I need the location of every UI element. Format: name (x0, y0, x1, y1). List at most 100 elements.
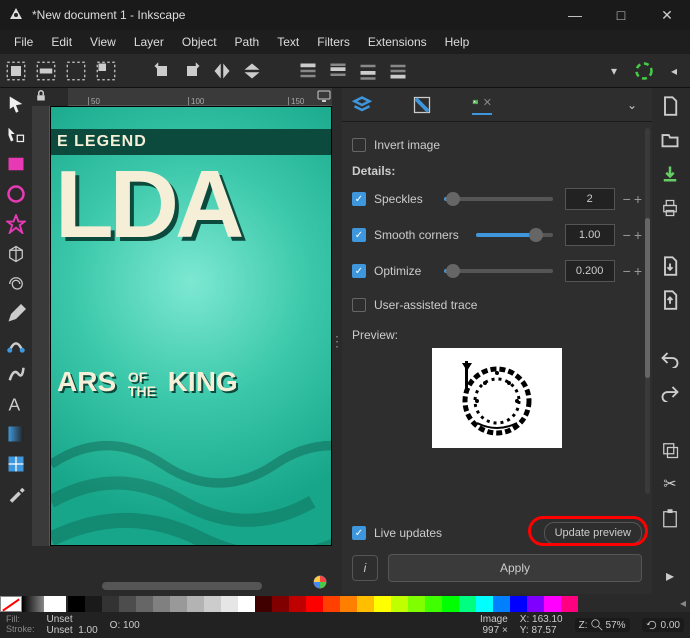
smooth-slider[interactable] (476, 233, 553, 237)
color-swatch[interactable] (510, 596, 527, 612)
close-tab-icon[interactable]: ✕ (483, 96, 492, 109)
color-swatch[interactable] (544, 596, 561, 612)
ruler-vertical[interactable] (32, 106, 50, 546)
smooth-stepper[interactable]: −+ (623, 227, 642, 243)
color-swatch[interactable] (391, 596, 408, 612)
color-swatch[interactable] (323, 596, 340, 612)
speckles-stepper[interactable]: −+ (623, 191, 642, 207)
grayscale-swatch[interactable] (22, 596, 44, 612)
new-doc-icon[interactable] (660, 96, 680, 116)
pencil-tool-icon[interactable] (6, 304, 26, 324)
color-swatch[interactable] (340, 596, 357, 612)
invert-image-checkbox[interactable] (352, 138, 366, 152)
deselect-icon[interactable] (66, 61, 86, 81)
optimize-value[interactable]: 0.200 (565, 260, 615, 282)
color-swatch[interactable] (272, 596, 289, 612)
tab-layers-icon[interactable] (352, 95, 372, 115)
menu-layer[interactable]: Layer (126, 33, 172, 51)
select-all-layers-icon[interactable] (36, 61, 56, 81)
palette-menu-icon[interactable]: ◂ (676, 596, 690, 612)
panel-menu-icon[interactable]: ⌄ (622, 95, 642, 115)
display-mode-icon[interactable] (316, 88, 332, 104)
print-icon[interactable] (660, 198, 680, 218)
rect-tool-icon[interactable] (6, 154, 26, 174)
color-swatch[interactable] (255, 596, 272, 612)
color-swatch[interactable] (561, 596, 578, 612)
color-swatch[interactable] (238, 596, 255, 612)
selector-tool-icon[interactable] (6, 94, 26, 114)
color-swatch[interactable] (493, 596, 510, 612)
rotation-indicator[interactable]: 0.00 (642, 618, 684, 632)
undo-icon[interactable] (660, 348, 680, 368)
menu-object[interactable]: Object (174, 33, 225, 51)
color-swatch[interactable] (85, 596, 102, 612)
maximize-button[interactable]: □ (598, 0, 644, 30)
speckles-checkbox[interactable]: ✓ (352, 192, 366, 206)
color-swatch[interactable] (306, 596, 323, 612)
lower-icon[interactable] (358, 61, 378, 81)
rotate-cw-icon[interactable] (182, 61, 202, 81)
menu-edit[interactable]: Edit (43, 33, 80, 51)
save-icon[interactable] (660, 164, 680, 184)
collapse-toolbar-icon[interactable]: ◂ (664, 61, 684, 81)
color-swatch[interactable] (459, 596, 476, 612)
optimize-slider[interactable] (444, 269, 553, 273)
cut-icon[interactable]: ✂ (660, 474, 680, 494)
speckles-value[interactable]: 2 (565, 188, 615, 210)
dock-handle[interactable]: ⋮ (332, 88, 342, 594)
color-swatch[interactable] (204, 596, 221, 612)
minimize-button[interactable]: — (552, 0, 598, 30)
zoom-indicator[interactable]: Z: 57% (575, 618, 630, 632)
panel-scrollbar[interactable] (645, 128, 650, 494)
ruler-horizontal[interactable]: 50 100 150 (68, 88, 332, 106)
import-icon[interactable] (660, 256, 680, 276)
raise-top-icon[interactable] (298, 61, 318, 81)
calligraphy-tool-icon[interactable] (6, 364, 26, 384)
color-swatch[interactable] (476, 596, 493, 612)
mesh-tool-icon[interactable] (6, 454, 26, 474)
optimize-stepper[interactable]: −+ (623, 263, 642, 279)
color-swatch[interactable] (221, 596, 238, 612)
flip-h-icon[interactable] (212, 61, 232, 81)
star-tool-icon[interactable] (6, 214, 26, 234)
export-icon[interactable] (660, 290, 680, 310)
open-icon[interactable] (660, 130, 680, 150)
info-button[interactable]: i (352, 555, 378, 581)
color-swatch[interactable] (408, 596, 425, 612)
color-swatch[interactable] (374, 596, 391, 612)
select-all-icon[interactable] (6, 61, 26, 81)
text-tool-icon[interactable]: A (6, 394, 26, 414)
user-assisted-checkbox[interactable] (352, 298, 366, 312)
menu-extensions[interactable]: Extensions (360, 33, 435, 51)
spiral-tool-icon[interactable] (6, 274, 26, 294)
redo-icon[interactable] (660, 382, 680, 402)
update-preview-button[interactable]: Update preview (544, 522, 642, 544)
fill-values[interactable]: Unset Unset 1.00 (47, 614, 98, 636)
raise-icon[interactable] (328, 61, 348, 81)
color-swatch[interactable] (102, 596, 119, 612)
color-swatch[interactable] (442, 596, 459, 612)
color-swatch[interactable] (289, 596, 306, 612)
color-swatch[interactable] (68, 596, 85, 612)
smooth-value[interactable]: 1.00 (565, 224, 615, 246)
rotate-ccw-icon[interactable] (152, 61, 172, 81)
copy-icon[interactable] (660, 440, 680, 460)
live-updates-checkbox[interactable]: ✓ (352, 526, 366, 540)
fill-indicator[interactable]: Fill: Stroke: (6, 615, 35, 635)
color-swatch[interactable] (153, 596, 170, 612)
invert-selection-icon[interactable] (96, 61, 116, 81)
menu-help[interactable]: Help (437, 33, 478, 51)
speckles-slider[interactable] (444, 197, 553, 201)
canvas[interactable]: E LEGEND LDA ARS OF THE KING (50, 106, 332, 546)
tab-trace-bitmap-icon[interactable]: ✕ (472, 95, 492, 115)
apply-button[interactable]: Apply (388, 554, 642, 582)
smooth-checkbox[interactable]: ✓ (352, 228, 366, 242)
no-fill-swatch[interactable] (0, 596, 22, 612)
paste-icon[interactable] (660, 508, 680, 528)
color-swatch[interactable] (357, 596, 374, 612)
color-swatch[interactable] (425, 596, 442, 612)
color-swatch[interactable] (136, 596, 153, 612)
tab-fill-stroke-icon[interactable] (412, 95, 432, 115)
lock-guides-icon[interactable] (32, 90, 50, 105)
color-swatch[interactable] (527, 596, 544, 612)
